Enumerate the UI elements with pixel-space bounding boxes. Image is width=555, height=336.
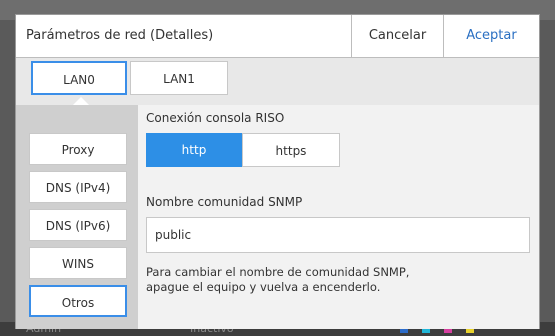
accept-button[interactable]: Aceptar xyxy=(443,15,539,57)
menu-item-wins[interactable]: WINS xyxy=(29,247,127,279)
menu-item-proxy[interactable]: Proxy xyxy=(29,133,127,165)
settings-panel: Conexión consola RISO http https Nombre … xyxy=(138,105,539,329)
settings-menu: Proxy DNS (IPv4) DNS (IPv6) WINS Otros xyxy=(16,105,138,329)
riso-console-http-option[interactable]: http xyxy=(146,133,242,167)
dialog-titlebar: Parámetros de red (Detalles) Cancelar Ac… xyxy=(16,15,539,58)
riso-console-https-option[interactable]: https xyxy=(242,133,340,167)
network-settings-dialog: Parámetros de red (Detalles) Cancelar Ac… xyxy=(15,14,540,329)
riso-console-label: Conexión consola RISO xyxy=(146,111,285,125)
dialog-title: Parámetros de red (Detalles) xyxy=(26,28,214,43)
tab-lan1[interactable]: LAN1 xyxy=(130,61,228,95)
tab-lan0[interactable]: LAN0 xyxy=(31,61,127,95)
snmp-community-input[interactable]: public xyxy=(146,217,530,253)
menu-item-dns-ipv4[interactable]: DNS (IPv4) xyxy=(29,171,127,203)
snmp-community-label: Nombre comunidad SNMP xyxy=(146,195,303,209)
menu-item-otros[interactable]: Otros xyxy=(29,285,127,317)
snmp-help-text: Para cambiar el nombre de comunidad SNMP… xyxy=(146,265,410,294)
cancel-button[interactable]: Cancelar xyxy=(351,15,443,57)
menu-item-dns-ipv6[interactable]: DNS (IPv6) xyxy=(29,209,127,241)
